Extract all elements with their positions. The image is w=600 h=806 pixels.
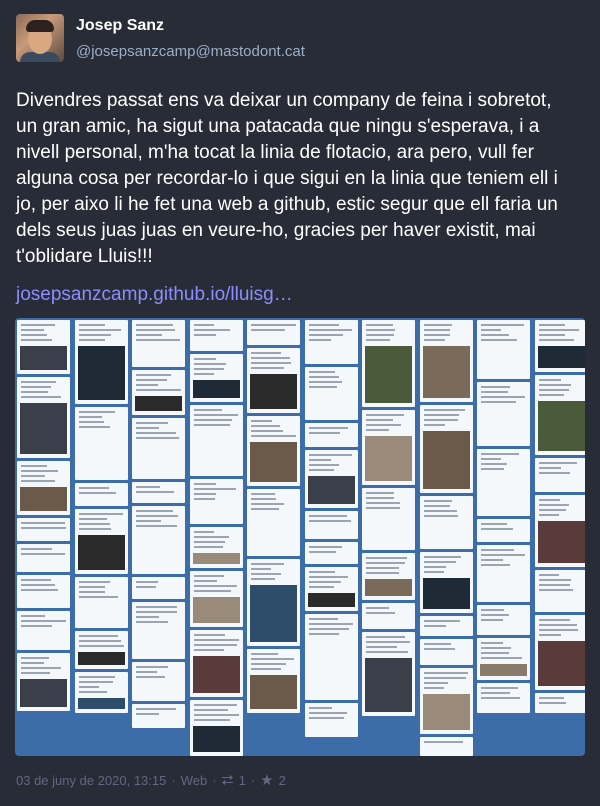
collage-tweet-card [534, 570, 585, 612]
collage-tweet-card [534, 375, 585, 455]
collage-tweet-card [304, 703, 358, 737]
collage-tweet-card [477, 638, 530, 680]
collage-tweet-card [304, 320, 358, 364]
collage-tweet-card [304, 542, 358, 564]
meta-separator-2: · [212, 772, 217, 788]
collage-tweet-card [247, 559, 300, 646]
collage-tweet-card [74, 672, 128, 713]
collage-tweet-card [419, 496, 473, 549]
collage-tweet-card [132, 482, 185, 503]
account-handle[interactable]: @josepsanzcamp@mastodont.cat [76, 43, 305, 60]
collage-tweet-card [189, 320, 243, 351]
collage-tweet-card [17, 575, 70, 608]
collage-tweet-card [477, 545, 530, 602]
meta-separator: · [171, 772, 176, 788]
collage-tweet-card [362, 553, 415, 600]
status-meta: 03 de juny de 2020, 13:15 · Web · ⮂ 1 · … [16, 771, 286, 790]
status-content: Divendres passat ens va deixar un compan… [16, 90, 558, 267]
collage-tweet-card [477, 320, 530, 379]
collage-tweet-card [189, 630, 243, 697]
collage-tweet-card [477, 683, 530, 713]
collage-tweet-card [304, 567, 358, 611]
status-header: Josep Sanz @josepsanzcamp@mastodont.cat [16, 14, 576, 66]
status-date[interactable]: 03 de juny de 2020, 13:15 [16, 773, 166, 788]
collage-tweet-card [17, 544, 70, 572]
collage-tweet-card [419, 639, 473, 665]
collage-tweet-card [304, 367, 358, 420]
collage-tweet-card [74, 320, 128, 404]
collage-tweet-card [534, 693, 585, 713]
collage-tweet-card [17, 518, 70, 541]
collage-tweet-card [132, 320, 185, 367]
collage-tweet-card [189, 479, 243, 524]
collage-tweet-card [17, 461, 70, 515]
collage-tweet-card [132, 662, 185, 701]
collage-tweet-card [17, 377, 70, 458]
collage-tweet-card [419, 668, 473, 734]
status-application: Web [180, 772, 208, 788]
collage-tweet-card [247, 489, 300, 556]
collage-tweet-card [189, 527, 243, 568]
star-icon[interactable]: ★ [260, 771, 273, 789]
boost-count: 1 [238, 772, 246, 788]
collage-tweet-card [247, 320, 300, 345]
collage-tweet-card [74, 631, 128, 669]
collage-tweet-card [304, 450, 358, 508]
status-link[interactable]: josepsanzcamp.github.io/lluisg… [16, 284, 293, 306]
collage-tweet-card [189, 700, 243, 756]
collage-tweet-card [132, 577, 185, 599]
display-name[interactable]: Josep Sanz [76, 17, 164, 35]
collage-tweet-card [17, 653, 70, 711]
collage-tweet-card [362, 410, 415, 485]
collage-tweet-card [534, 320, 585, 372]
collage-tweet-card [419, 737, 473, 756]
collage-tweet-card [74, 483, 128, 506]
collage-tweet-card [189, 405, 243, 476]
collage-tweet-card [247, 649, 300, 713]
favourite-count: 2 [278, 772, 286, 788]
collage-tweet-card [362, 320, 415, 407]
meta-separator-3: · [250, 772, 256, 788]
collage-tweet-card [534, 615, 585, 690]
collage-tweet-card [477, 519, 530, 542]
retweet-icon[interactable]: ⮂ [222, 772, 234, 789]
collage-tweet-card [419, 616, 473, 636]
collage-tweet-card [477, 605, 530, 635]
user-avatar-icon[interactable] [16, 14, 64, 62]
collage-tweet-card [419, 405, 473, 493]
collage-tweet-card [132, 418, 185, 479]
collage-tweet-card [132, 602, 185, 659]
collage-tweet-card [74, 509, 128, 574]
collage-tweet-card [304, 614, 358, 700]
collage-tweet-card [17, 320, 70, 374]
collage-tweet-card [477, 382, 530, 446]
collage-tweet-card [189, 571, 243, 627]
collage-tweet-card [74, 407, 128, 480]
collage-tweet-card [534, 495, 585, 567]
collage-tweet-card [132, 506, 185, 574]
collage-tweet-card [247, 348, 300, 413]
collage-tweet-card [247, 416, 300, 486]
collage-tweet-card [362, 603, 415, 629]
collage-tweet-card [362, 632, 415, 716]
collage-tweet-card [362, 488, 415, 550]
collage-tweet-card [477, 449, 530, 516]
media-attachment[interactable] [15, 318, 585, 756]
collage-tweet-card [304, 423, 358, 447]
collage-tweet-card [132, 704, 185, 728]
collage-tweet-card [534, 458, 585, 492]
collage-tweet-card [419, 552, 473, 613]
collage-tweet-card [304, 511, 358, 539]
collage-tweet-card [74, 577, 128, 628]
collage-tweet-card [419, 320, 473, 402]
collage-tweet-card [132, 370, 185, 415]
collage-tweet-card [17, 611, 70, 650]
collage-tweet-card [189, 354, 243, 402]
